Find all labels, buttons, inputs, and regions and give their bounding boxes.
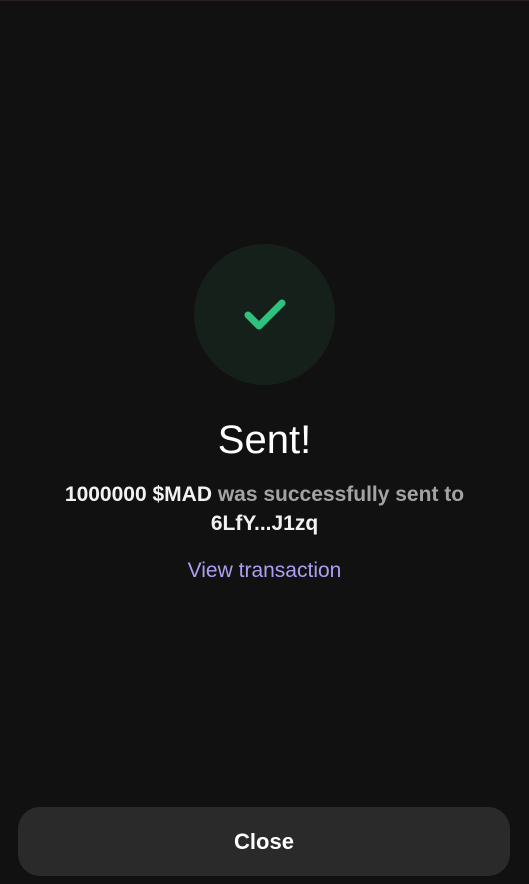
close-button[interactable]: Close [18, 807, 510, 876]
success-message: 1000000 $MAD was successfully sent to 6L… [14, 480, 515, 538]
window-top-edge [0, 0, 529, 1]
status-title: Sent! [217, 418, 312, 462]
sent-amount: 1000000 $MAD [64, 483, 212, 506]
view-transaction-link[interactable]: View transaction [0, 556, 529, 586]
checkmark-icon [244, 299, 285, 329]
recipient-address: 6LfY...J1zq [210, 512, 319, 535]
success-badge [194, 244, 335, 385]
message-middle-text: was successfully sent to [211, 483, 465, 506]
